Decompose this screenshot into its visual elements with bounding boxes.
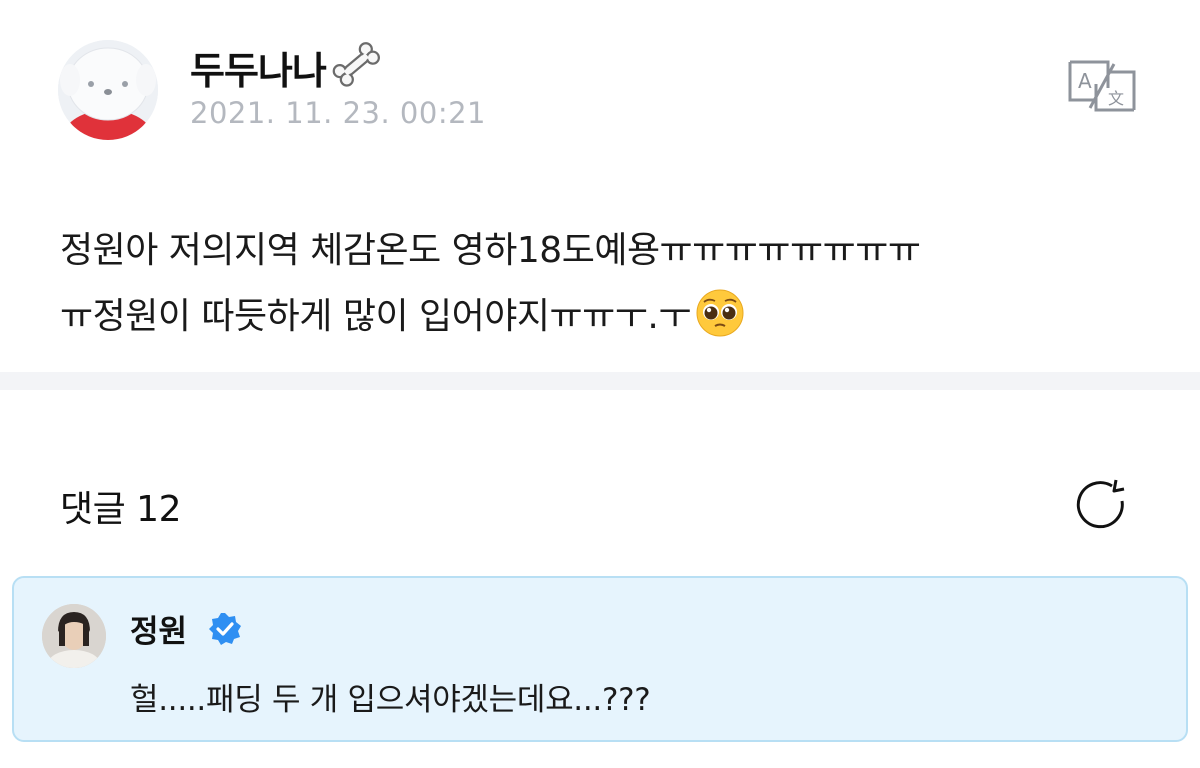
post-timestamp: 2021. 11. 23. 00:21 bbox=[190, 96, 486, 130]
translate-icon: A 文 bbox=[1068, 60, 1136, 112]
verified-badge-icon bbox=[208, 612, 242, 646]
comment-item[interactable]: 정원 헐.....패딩 두 개 입으셔야겠는데요...??? bbox=[12, 576, 1188, 742]
post-body-line: ㅠ정원이 따듯하게 많이 입어야지ㅠㅠㅜ.ㅜ bbox=[60, 284, 1150, 350]
post-body: 정원아 저의지역 체감온도 영하18도예용ㅠㅠㅠㅠㅠㅠㅠㅠ ㅠ정원이 따듯하게 … bbox=[60, 218, 1150, 350]
avatar[interactable] bbox=[58, 40, 158, 140]
bone-icon bbox=[330, 40, 382, 88]
refresh-icon bbox=[1076, 479, 1125, 529]
comment-author-name[interactable]: 정원 bbox=[130, 606, 187, 651]
post-body-line-text: ㅠ정원이 따듯하게 많이 입어야지ㅠㅠㅜ.ㅜ bbox=[60, 296, 691, 337]
pleading-face-emoji bbox=[695, 288, 745, 338]
post-header: 두두나나 2021. 11. 23. 00:21 A 文 bbox=[0, 0, 1200, 180]
comment-text: 헐.....패딩 두 개 입으셔야겠는데요...??? bbox=[130, 682, 651, 718]
section-divider bbox=[0, 372, 1200, 390]
comment-avatar[interactable] bbox=[42, 604, 106, 668]
refresh-button[interactable] bbox=[1072, 475, 1132, 535]
post-author-name[interactable]: 두두나나 bbox=[190, 40, 327, 95]
svg-text:文: 文 bbox=[1108, 89, 1124, 108]
translate-button[interactable]: A 文 bbox=[1064, 58, 1140, 114]
post-body-line: 정원아 저의지역 체감온도 영하18도예용ㅠㅠㅠㅠㅠㅠㅠㅠ bbox=[60, 230, 921, 271]
comments-count-label: 댓글 12 bbox=[60, 489, 182, 530]
svg-text:A: A bbox=[1078, 69, 1092, 93]
